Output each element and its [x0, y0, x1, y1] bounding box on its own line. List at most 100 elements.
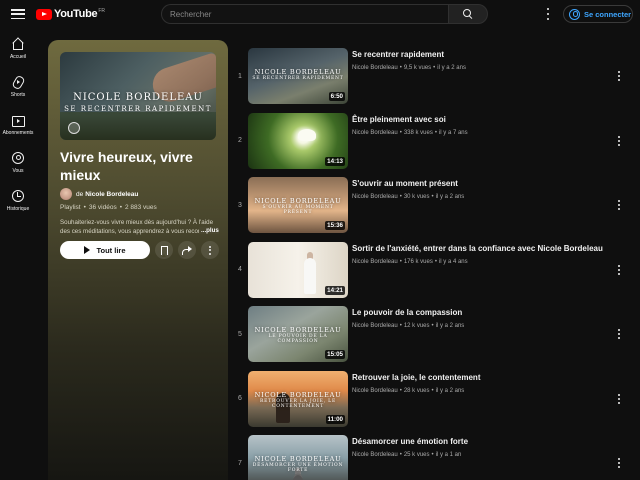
playlist-title: Vivre heureux, vivre mieux [60, 149, 193, 183]
sidebar-item-you[interactable]: Vous [0, 146, 36, 184]
playlist-thumbnail[interactable]: NICOLE BORDELEAU SE RECENTRER RAPIDEMENT [60, 52, 216, 140]
video-views: 30 k vues [403, 194, 430, 200]
video-title[interactable]: Désamorcer une émotion forte [352, 436, 622, 447]
video-thumbnail[interactable]: NICOLE BORDELEAU S'OUVRIR AU MOMENT PRÉS… [248, 177, 348, 233]
playlist-meta: Playlist • 36 vidéos • 2 883 vues [60, 204, 157, 211]
video-channel[interactable]: Nicole Bordeleau [352, 259, 398, 265]
author-name[interactable]: Nicole Bordeleau [85, 191, 138, 198]
video-channel[interactable]: Nicole Bordeleau [352, 194, 398, 200]
sidebar-item-label: Accueil [9, 54, 27, 60]
video-meta: Nicole Bordeleau • 12 k vues • il y a 2 an… [352, 323, 622, 329]
playlist-video-list: 1 NICOLE BORDELEAU SE RECENTRER RAPIDEME… [232, 42, 640, 480]
playlist-header-panel: NICOLE BORDELEAU SE RECENTRER RAPIDEMENT… [48, 40, 228, 480]
meta-separator: • [119, 204, 122, 211]
playlist-actions: Tout lire [60, 241, 219, 259]
list-item[interactable]: 5 NICOLE BORDELEAU LE POUVOIR DE LA COMP… [232, 300, 640, 365]
video-meta: Nicole Bordeleau • 25 k vues • il y a 1 an [352, 452, 622, 458]
user-circle-icon [569, 8, 580, 20]
you-icon [12, 152, 24, 164]
video-thumbnail[interactable]: NICOLE BORDELEAU SE RECENTRER RAPIDEMENT… [248, 48, 348, 104]
meta-separator: • [431, 452, 434, 458]
search-input[interactable] [161, 4, 448, 24]
playlist-more-button[interactable] [201, 241, 219, 259]
video-title[interactable]: Le pouvoir de la compassion [352, 307, 622, 318]
menu-icon[interactable] [11, 7, 25, 21]
meta-separator: • [431, 323, 434, 329]
video-channel[interactable]: Nicole Bordeleau [352, 323, 398, 329]
author-prefix: de [76, 190, 84, 198]
video-thumbnail[interactable]: NICOLE BORDELEAU RETROUVER LA JOIE, LE C… [248, 370, 348, 427]
video-more-icon[interactable] [616, 71, 622, 81]
playlist-type: Playlist [60, 204, 81, 211]
video-thumbnail[interactable]: NICOLE BORDELEAU DÉSAMORCER UNE ÉMOTION … [248, 435, 348, 480]
video-info: Se recentrer rapidement Nicole Bordeleau… [352, 42, 622, 107]
video-duration: 15:05 [325, 350, 345, 359]
signin-button[interactable]: Se connecter [563, 5, 633, 23]
sidebar-item-shorts[interactable]: Shorts [0, 70, 36, 108]
video-thumbnail[interactable]: NICOLE BORDELEAU LE POUVOIR DE LA COMPAS… [248, 306, 348, 362]
youtube-logo[interactable]: YouTube FR [36, 8, 105, 20]
video-channel[interactable]: Nicole Bordeleau [352, 452, 398, 458]
sidebar-item-home[interactable]: Accueil [0, 32, 36, 70]
video-more-icon[interactable] [616, 329, 622, 339]
person-image [304, 257, 316, 294]
logo-country: FR [98, 7, 105, 14]
video-duration: 6:50 [328, 92, 345, 101]
home-icon [12, 38, 24, 50]
video-title[interactable]: Retrouver la joie, le contentement [352, 372, 622, 383]
video-title[interactable]: S'ouvrir au moment présent [352, 178, 622, 189]
search-button[interactable] [448, 4, 488, 24]
video-duration: 14:21 [325, 285, 345, 295]
video-age: il y a 2 ans [435, 387, 465, 394]
avatar [60, 188, 72, 200]
video-more-icon[interactable] [616, 200, 622, 210]
meta-separator: • [434, 129, 437, 136]
description-more-link[interactable]: ...plus [199, 227, 219, 234]
meta-separator: • [399, 65, 402, 71]
sidebar-item-history[interactable]: Historique [0, 184, 36, 222]
list-item[interactable]: 4 14:21 Sortir de l'anxiété, entrer dans… [232, 236, 640, 301]
video-more-icon[interactable] [616, 264, 622, 275]
video-age: il y a 2 ans [437, 65, 466, 71]
video-channel[interactable]: Nicole Bordeleau [352, 388, 398, 394]
share-icon [182, 246, 192, 255]
list-item[interactable]: 6 NICOLE BORDELEAU RETROUVER LA JOIE, LE… [232, 365, 640, 430]
video-info: Être pleinement avec soi Nicole Bordelea… [352, 107, 622, 172]
video-channel[interactable]: Nicole Bordeleau [352, 65, 398, 71]
thumbnail-title-line: NICOLE BORDELEAU [254, 390, 342, 399]
list-item[interactable]: 2 14:13 Être pleinement avec soi Nicole … [232, 107, 640, 172]
video-duration: 15:36 [325, 221, 345, 230]
video-title[interactable]: Sortir de l'anxiété, entrer dans la conf… [352, 243, 622, 254]
list-item[interactable]: 7 NICOLE BORDELEAU DÉSAMORCER UNE ÉMOTIO… [232, 429, 640, 480]
play-icon [84, 246, 91, 254]
video-index: 6 [238, 395, 242, 403]
list-item[interactable]: 1 NICOLE BORDELEAU SE RECENTRER RAPIDEME… [232, 42, 640, 107]
share-button[interactable] [178, 241, 196, 259]
thumbnail-subtitle-line: SE RECENTRER RAPIDEMENT [64, 105, 212, 113]
sidebar-item-subscriptions[interactable]: Abonnements [0, 108, 36, 146]
video-thumbnail[interactable]: 14:13 [248, 112, 348, 169]
playlist-author[interactable]: de Nicole Bordeleau [60, 188, 138, 200]
video-title[interactable]: Être pleinement avec soi [352, 114, 622, 125]
video-views: 176 k vues [403, 258, 433, 265]
video-meta: Nicole Bordeleau • 9,5 k vues • il y a 2 a… [352, 65, 622, 71]
thumbnail-title-line: NICOLE BORDELEAU [73, 92, 203, 103]
video-more-icon[interactable] [616, 458, 622, 468]
video-meta: Nicole Bordeleau • 338 k vues • il y a 7 a… [352, 130, 622, 136]
video-more-icon[interactable] [616, 393, 622, 404]
video-more-icon[interactable] [616, 135, 622, 146]
play-all-button[interactable]: Tout lire [60, 241, 150, 259]
more-options-icon[interactable] [545, 8, 551, 20]
video-thumbnail[interactable]: 14:21 [248, 241, 348, 298]
video-views: 9,5 k vues [403, 65, 432, 71]
meta-separator: • [399, 387, 402, 394]
video-meta: Nicole Bordeleau • 176 k vues • il y a 4 a… [352, 259, 622, 265]
video-channel[interactable]: Nicole Bordeleau [352, 130, 398, 136]
playlist-description: Souhaiteriez-vous vivre mieux dès aujour… [60, 219, 214, 235]
save-playlist-button[interactable] [155, 241, 173, 259]
video-index: 5 [238, 330, 242, 338]
video-title[interactable]: Se recentrer rapidement [352, 49, 622, 60]
list-item[interactable]: 3 NICOLE BORDELEAU S'OUVRIR AU MOMENT PR… [232, 171, 640, 236]
meta-separator: • [83, 204, 86, 211]
youtube-play-icon [36, 8, 52, 20]
